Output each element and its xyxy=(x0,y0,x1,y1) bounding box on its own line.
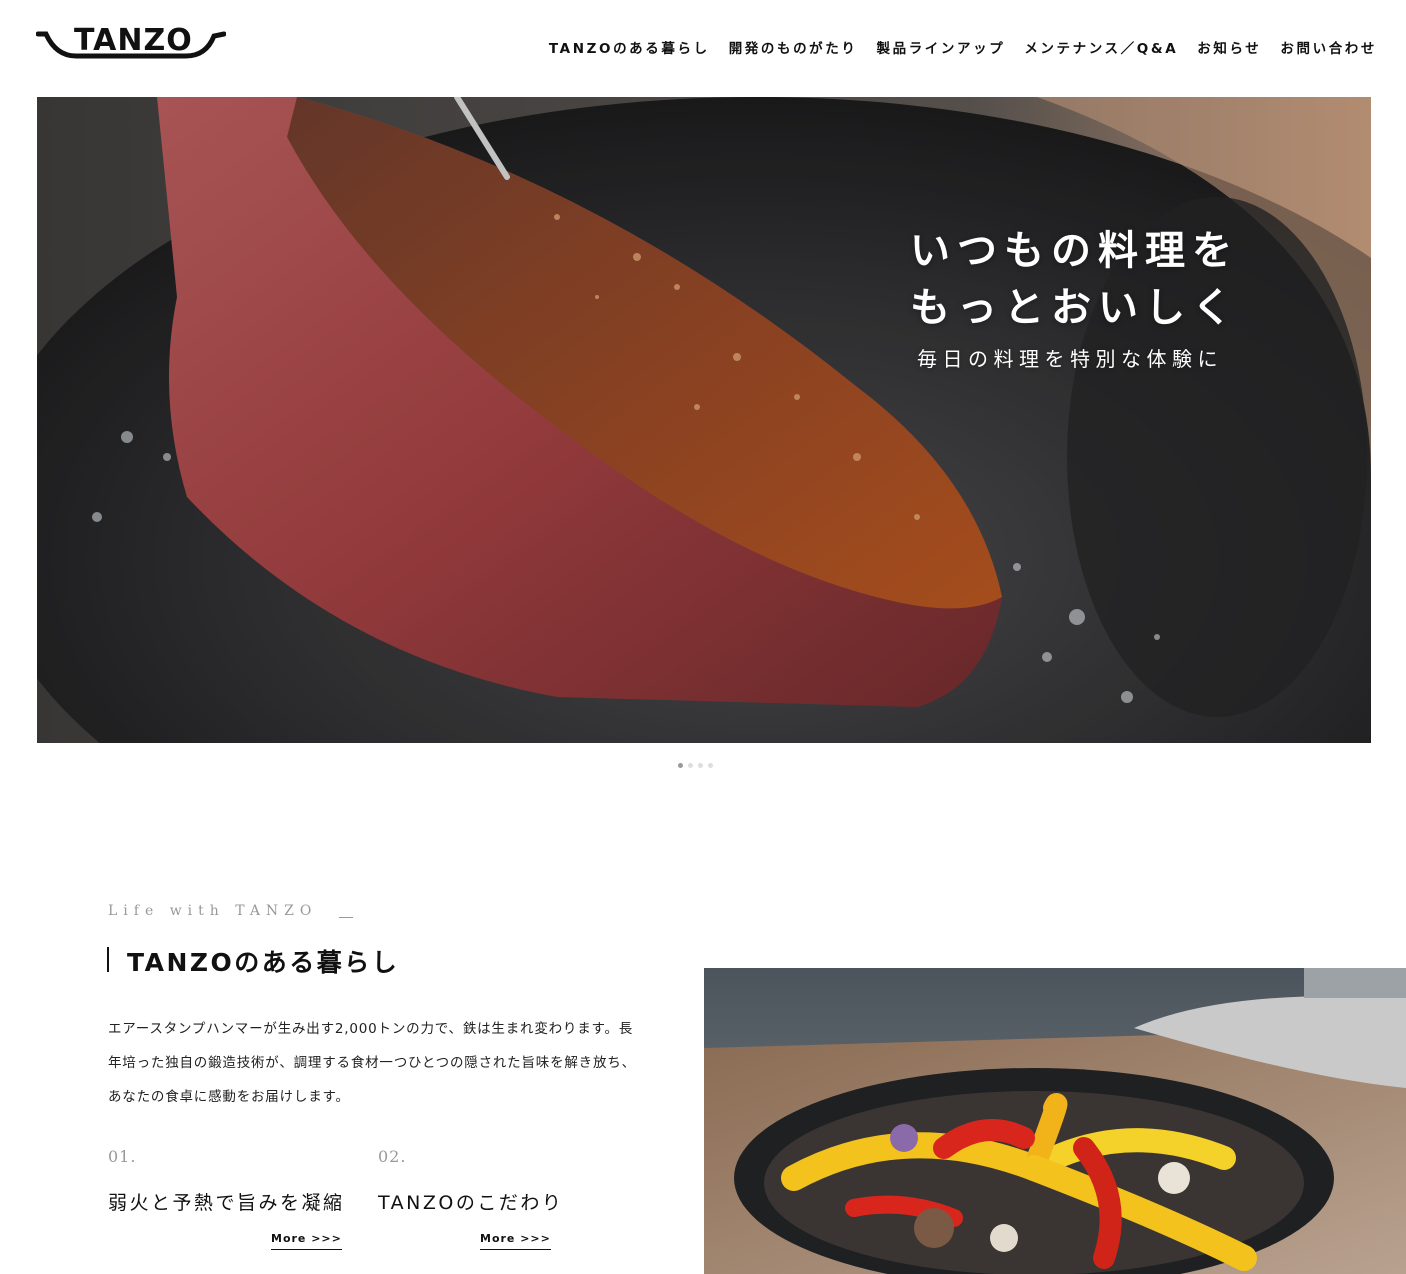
hero-steak-image xyxy=(37,97,1371,743)
section-title-bar xyxy=(107,947,109,972)
hero-title-line2: もっとおいしく xyxy=(910,285,1239,331)
feature-1-more-link[interactable]: More >>> xyxy=(271,1232,342,1250)
slider-dot-2[interactable] xyxy=(688,763,693,768)
main-nav: TANZOのある暮らし 開発のものがたり 製品ラインアップ メンテナンス／Q&A… xyxy=(530,37,1377,57)
hero-slider[interactable]: いつもの料理を もっとおいしく 毎日の料理を特別な体験に xyxy=(37,97,1371,743)
hero-title: いつもの料理を もっとおいしく xyxy=(910,223,1270,337)
feature-2-number: 02. xyxy=(378,1147,407,1166)
logo-pan-graphic: TANZO xyxy=(35,23,227,59)
section-title: TANZOのある暮らし xyxy=(127,948,400,977)
feature-2-title[interactable]: TANZOのこだわり xyxy=(378,1188,563,1215)
slider-dot-1[interactable] xyxy=(678,763,683,768)
slider-pagination xyxy=(678,763,713,768)
nav-story[interactable]: 開発のものがたり xyxy=(729,37,858,57)
section-eyebrow: Life with TANZO xyxy=(108,903,318,919)
nav-news[interactable]: お知らせ xyxy=(1197,37,1261,57)
nav-maintenance[interactable]: メンテナンス／Q&A xyxy=(1024,37,1178,57)
logo-text: TANZO xyxy=(74,23,193,58)
feature-1-number: 01. xyxy=(108,1147,137,1166)
feature-2-more-link[interactable]: More >>> xyxy=(480,1232,551,1250)
slider-dot-3[interactable] xyxy=(698,763,703,768)
eyebrow-underline xyxy=(339,917,353,918)
feature-1-title[interactable]: 弱火と予熱で旨みを凝縮 xyxy=(108,1188,345,1215)
section-body: エアースタンプハンマーが生み出す2,000トンの力で、鉄は生まれ変わります。長年… xyxy=(108,1021,636,1105)
slider-dot-4[interactable] xyxy=(708,763,713,768)
vegetable-pan-graphic xyxy=(704,968,1406,1274)
hero-subtitle: 毎日の料理を特別な体験に xyxy=(917,347,1223,371)
nav-products[interactable]: 製品ラインアップ xyxy=(877,37,1006,57)
hero-title-line1: いつもの料理を xyxy=(910,228,1239,274)
tanzo-logo[interactable]: TANZO xyxy=(35,22,227,66)
vegetable-pan-image xyxy=(704,968,1406,1274)
nav-life[interactable]: TANZOのある暮らし xyxy=(549,37,710,57)
nav-contact[interactable]: お問い合わせ xyxy=(1280,37,1377,57)
